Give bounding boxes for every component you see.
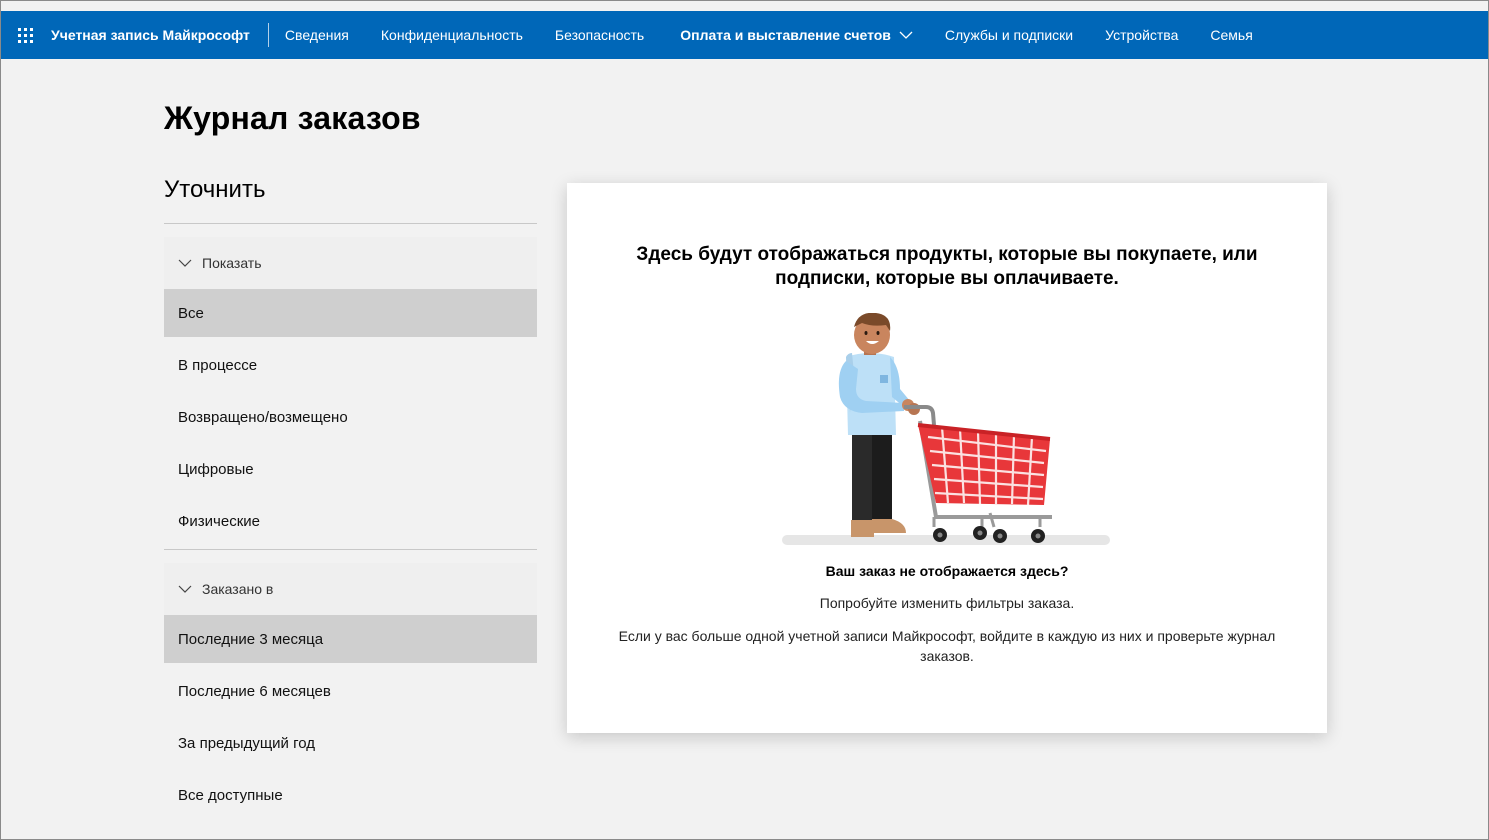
filter-sidebar: Показать Все В процессе Возвращено/возме… xyxy=(164,223,537,823)
chevron-down-icon xyxy=(178,585,192,593)
filter-option-previous-year[interactable]: За предыдущий год xyxy=(164,719,537,767)
filter-option-in-progress[interactable]: В процессе xyxy=(164,341,537,389)
nav-item-security[interactable]: Безопасность xyxy=(539,11,660,59)
page-title: Журнал заказов xyxy=(164,100,421,136)
filter-option-digital[interactable]: Цифровые xyxy=(164,445,537,493)
filter-option-physical[interactable]: Физические xyxy=(164,497,537,545)
filter-option-last-3-months[interactable]: Последние 3 месяца xyxy=(164,615,537,663)
chevron-down-icon xyxy=(899,31,913,39)
filter-ordered-options: Последние 3 месяца Последние 6 месяцев З… xyxy=(164,615,537,819)
divider xyxy=(164,223,537,224)
brand-link[interactable]: Учетная запись Майкрософт xyxy=(49,23,269,47)
filter-group-ordered-label: Заказано в xyxy=(202,581,274,597)
refine-title: Уточнить xyxy=(164,176,266,203)
top-navigation-bar: Учетная запись Майкрософт Сведения Конфи… xyxy=(1,11,1488,59)
filter-option-last-6-months[interactable]: Последние 6 месяцев xyxy=(164,667,537,715)
nav-item-services-subscriptions[interactable]: Службы и подписки xyxy=(929,11,1089,59)
waffle-icon xyxy=(17,27,33,43)
nav-item-info[interactable]: Сведения xyxy=(269,11,365,59)
app-launcher-button[interactable] xyxy=(1,11,49,59)
nav-item-family[interactable]: Семья xyxy=(1194,11,1268,59)
empty-state-card: Здесь будут отображаться продукты, котор… xyxy=(567,183,1327,733)
filter-option-all[interactable]: Все xyxy=(164,289,537,337)
empty-state-tip-accounts: Если у вас больше одной учетной записи М… xyxy=(618,628,1276,664)
empty-state-headline: Здесь будут отображаться продукты, котор… xyxy=(636,244,1258,289)
filter-option-returned[interactable]: Возвращено/возмещено xyxy=(164,393,537,441)
nav-item-devices[interactable]: Устройства xyxy=(1089,11,1194,59)
empty-state-tip-filters: Попробуйте изменить фильтры заказа. xyxy=(819,595,1075,611)
main-nav: Сведения Конфиденциальность Безопасность… xyxy=(269,11,1269,59)
filter-group-ordered-toggle[interactable]: Заказано в xyxy=(164,563,537,615)
chevron-down-icon xyxy=(178,259,192,267)
empty-state-question: Ваш заказ не отображается здесь? xyxy=(825,563,1069,579)
filter-option-all-available[interactable]: Все доступные xyxy=(164,771,537,819)
filter-group-show-toggle[interactable]: Показать xyxy=(164,237,537,289)
filter-group-show-label: Показать xyxy=(202,255,262,271)
nav-item-payment-billing[interactable]: Оплата и выставление счетов xyxy=(660,11,929,59)
divider xyxy=(164,549,537,550)
filter-show-options: Все В процессе Возвращено/возмещено Цифр… xyxy=(164,289,537,545)
nav-item-privacy[interactable]: Конфиденциальность xyxy=(365,11,539,59)
person-with-shopping-cart-illustration xyxy=(782,313,1110,545)
nav-item-payment-billing-label: Оплата и выставление счетов xyxy=(680,27,891,43)
